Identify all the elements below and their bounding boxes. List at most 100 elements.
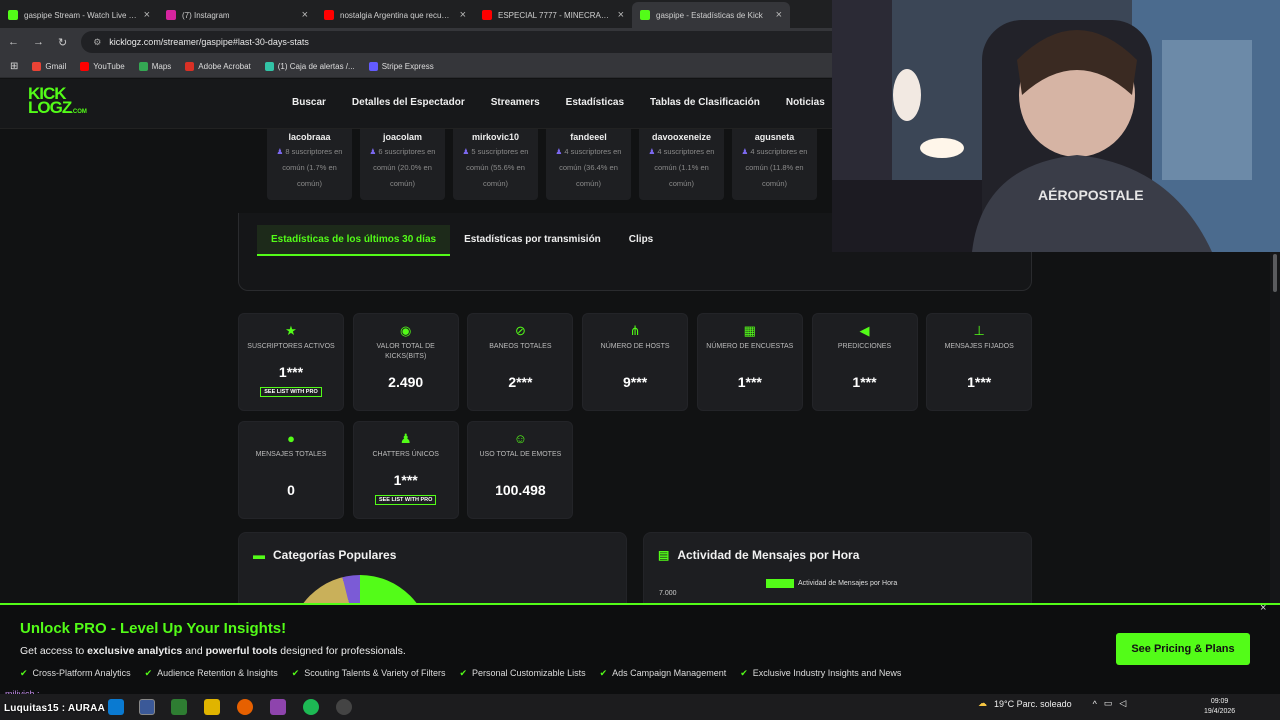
subscriber-card[interactable]: agusneta ♟ 4 suscriptores en común (11.8% … — [732, 129, 817, 200]
feature-label: Exclusive Industry Insights and News — [752, 668, 902, 678]
tab-close-icon[interactable]: × — [460, 9, 466, 21]
stat-card: ♟ CHATTERS ÚNICOS 1*** SEE LIST WITH PRO — [352, 421, 459, 519]
categories-title: Categorías Populares — [273, 548, 397, 562]
promo-sub-e: designed for professionals. — [277, 645, 406, 657]
promo-feature: ✔ Audience Retention & Insights — [145, 668, 278, 679]
menu-item[interactable]: Buscar — [292, 97, 326, 108]
file-explorer-icon[interactable] — [204, 699, 220, 715]
tab-close-icon[interactable]: × — [776, 9, 782, 21]
edge-icon[interactable] — [108, 699, 124, 715]
stats-tabs: Estadísticas de los últimos 30 días Estad… — [257, 225, 667, 256]
stat-label: SUSCRIPTORES ACTIVOS — [247, 343, 335, 350]
spotify-icon[interactable] — [303, 699, 319, 715]
bookmark-item[interactable]: Adobe Acrobat — [185, 62, 251, 71]
browser-tab[interactable]: gaspipe - Estadísticas de Kick × — [632, 2, 790, 28]
stats-tab[interactable]: Estadísticas de los últimos 30 días — [257, 225, 451, 256]
weather-text[interactable]: 19°C Parc. soleado — [994, 699, 1072, 709]
common-line3: común) — [575, 179, 601, 188]
subscriber-card[interactable]: lacobraaa ♟ 8 suscriptores en común (1.7% … — [267, 129, 352, 200]
menu-item[interactable]: Noticias — [786, 97, 825, 108]
stat-card: ● MENSAJES TOTALES 0 — [238, 421, 344, 519]
apps-grid-icon[interactable]: ⊞ — [10, 61, 18, 72]
activity-legend[interactable]: Actividad de Mensajes por Hora — [766, 579, 897, 588]
store-icon[interactable] — [171, 699, 187, 715]
stat-value: 2*** — [508, 374, 533, 390]
back-icon[interactable]: ← — [8, 36, 19, 48]
subscriber-card[interactable]: joacolam ♟ 6 suscriptores en común (20.0% … — [360, 129, 445, 200]
site-info-icon[interactable]: ⚙ — [93, 37, 101, 48]
see-list-pro-button[interactable]: SEE LIST WITH PRO — [260, 387, 322, 397]
categories-pie-chart[interactable] — [289, 575, 431, 603]
bookmark-item[interactable]: YouTube — [80, 62, 125, 71]
svg-text:AÉROPOSTALE: AÉROPOSTALE — [1038, 187, 1144, 203]
browser-tab[interactable]: (7) Instagram × — [158, 2, 316, 28]
see-pricing-button[interactable]: See Pricing & Plans — [1116, 633, 1250, 665]
bookmark-icon — [32, 62, 42, 71]
weather-icon[interactable]: ☁ — [978, 698, 987, 709]
chrome-icon[interactable] — [139, 699, 155, 715]
browser-tab[interactable]: ESPECIAL 7777 - MINECRAFT: E × — [474, 2, 632, 28]
scrollbar-thumb[interactable] — [1273, 254, 1277, 292]
bookmark-item[interactable]: Gmail — [32, 62, 66, 71]
bookmark-label: Maps — [151, 62, 172, 71]
kicklogz-logo[interactable]: KICK LOGZ.COM — [28, 85, 87, 119]
stat-label: VALOR TOTAL DE KICKS(BITS) — [376, 343, 435, 360]
common-line1: 4 suscriptores en — [750, 147, 808, 156]
tab-close-icon[interactable]: × — [302, 9, 308, 21]
menu-item[interactable]: Detalles del Espectador — [352, 97, 465, 108]
reload-icon[interactable]: ↻ — [58, 36, 67, 49]
promo-subtitle: Get access to exclusive analytics and po… — [20, 645, 406, 657]
stat-value: 100.498 — [495, 482, 546, 498]
subscriber-name: joacolam — [382, 132, 422, 142]
close-promo-icon[interactable]: × — [1260, 602, 1266, 614]
feature-label: Personal Customizable Lists — [472, 668, 586, 678]
bookmark-icon — [368, 62, 378, 71]
tab-title: nostalgia Argentina que recuerdos — [340, 10, 454, 20]
browser-tab[interactable]: gaspipe Stream - Watch Live on Kick × — [0, 2, 158, 28]
stat-value: 1*** — [737, 374, 762, 390]
stat-value: 0 — [287, 482, 295, 498]
stat-card: ★ SUSCRIPTORES ACTIVOS 1*** SEE LIST WITH P… — [238, 313, 344, 411]
subscriber-name: agusneta — [754, 132, 795, 142]
tray-chevron-icon[interactable]: ^ — [1093, 699, 1097, 709]
y-tick-label: 7.000 — [659, 590, 677, 597]
forward-icon[interactable]: → — [33, 36, 44, 48]
bookmark-item[interactable]: Stripe Express — [368, 62, 434, 71]
firefox-icon[interactable] — [237, 699, 253, 715]
stats-tab[interactable]: Clips — [615, 225, 667, 256]
menu-item[interactable]: Streamers — [491, 97, 540, 108]
bookmark-item[interactable]: (1) Caja de alertas /... — [264, 62, 355, 71]
menu-item[interactable]: Estadísticas — [566, 97, 624, 108]
obs-icon[interactable] — [270, 699, 286, 715]
common-line3: común) — [761, 179, 787, 188]
tab-favicon-icon — [640, 10, 650, 20]
volume-icon[interactable]: ◁ — [1119, 698, 1126, 709]
stat-value: 1*** — [852, 374, 877, 390]
network-icon[interactable]: ▭ — [1104, 698, 1113, 709]
stat-label: USO TOTAL DE EMOTES — [479, 451, 562, 458]
bookmark-item[interactable]: Maps — [138, 62, 172, 71]
menu-item[interactable]: Tablas de Clasificación — [650, 97, 760, 108]
feature-label: Scouting Talents & Variety of Filters — [304, 668, 446, 678]
tab-close-icon[interactable]: × — [144, 9, 150, 21]
promo-sub-d: powerful tools — [205, 645, 278, 657]
subscriber-common: ♟ 8 suscriptores en común (1.7% en común) — [267, 144, 352, 192]
stats-tab[interactable]: Estadísticas por transmisión — [450, 225, 615, 256]
subscriber-card[interactable]: fandeeel ♟ 4 suscriptores en común (36.4% … — [546, 129, 631, 200]
stat-value: 1*** — [393, 472, 418, 488]
browser-tab[interactable]: nostalgia Argentina que recuerdos × — [316, 2, 474, 28]
url-text: kicklogz.com/streamer/gaspipe#last-30-da… — [109, 37, 309, 47]
common-line3: común) — [668, 179, 694, 188]
shared-subscribers-list: lacobraaa ♟ 8 suscriptores en común (1.7% … — [267, 129, 817, 200]
subscriber-card[interactable]: davooxeneize ♟ 4 suscriptores en común (1.… — [639, 129, 724, 200]
taskbar-clock[interactable]: 09:09 19/4/2026 — [1204, 697, 1235, 717]
megaphone-icon: ◀ — [859, 323, 870, 338]
subscriber-card[interactable]: mirkovic10 ♟ 5 suscriptores en común (55.6… — [453, 129, 538, 200]
common-line2: común (20.0% en — [373, 163, 432, 172]
common-line2: común (1.7% en — [282, 163, 337, 172]
app-icon[interactable] — [336, 699, 352, 715]
promo-feature: ✔ Exclusive Industry Insights and News — [740, 668, 901, 679]
tab-close-icon[interactable]: × — [618, 9, 624, 21]
subscriber-name: lacobraaa — [288, 132, 331, 142]
see-list-pro-button[interactable]: SEE LIST WITH PRO — [374, 495, 437, 505]
